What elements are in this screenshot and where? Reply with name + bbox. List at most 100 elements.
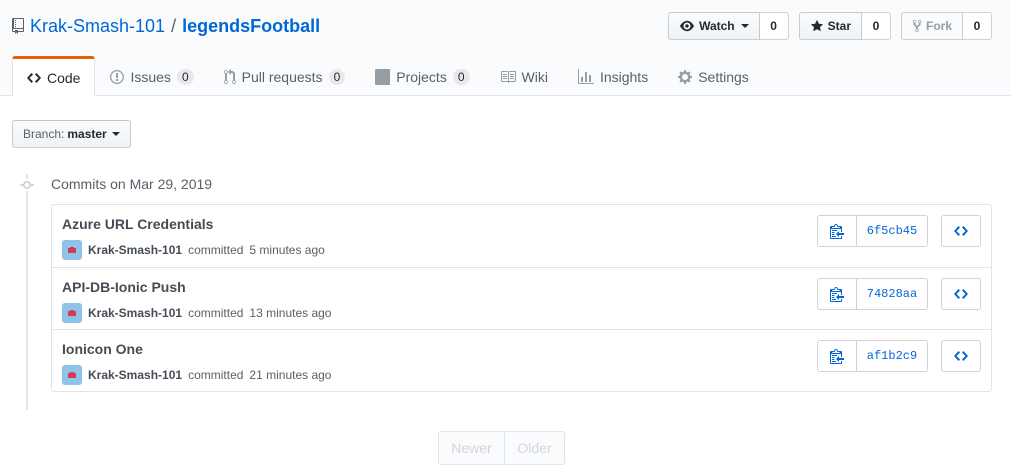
commit-message[interactable]: Azure URL Credentials <box>62 216 213 232</box>
avatar-glyph-icon <box>68 247 76 253</box>
commit-author[interactable]: Krak-Smash-101 <box>88 306 182 320</box>
code-icon <box>954 289 968 299</box>
commit-row: API-DB-Ionic Push Krak-Smash-101 committ… <box>52 267 991 329</box>
tab-issues-label: Issues <box>130 69 171 85</box>
repo-title: Krak-Smash-101 / legendsFootball <box>12 14 320 38</box>
branch-value: master <box>67 127 107 141</box>
commit-author[interactable]: Krak-Smash-101 <box>88 243 182 257</box>
branch-label: Branch: <box>23 127 65 141</box>
clipboard-icon <box>830 224 844 239</box>
graph-icon <box>577 69 594 84</box>
commit-timeline-line <box>26 174 28 410</box>
eye-icon <box>680 20 695 32</box>
commit-sha-link[interactable]: af1b2c9 <box>857 340 928 372</box>
avatar[interactable] <box>62 303 82 323</box>
code-icon <box>954 226 968 236</box>
tab-projects-label: Projects <box>396 69 447 85</box>
repo-actions: Watch 0 Star 0 Fork 0 <box>668 12 992 40</box>
commit-meta: Krak-Smash-101 committed 21 minutes ago <box>62 365 331 385</box>
commit-sha-link[interactable]: 6f5cb45 <box>857 215 928 247</box>
projects-counter: 0 <box>452 69 470 85</box>
star-group: Star 0 <box>798 12 891 40</box>
issue-icon <box>110 70 125 84</box>
tab-projects[interactable]: Projects 0 <box>360 56 484 96</box>
watch-count[interactable]: 0 <box>759 12 789 40</box>
tab-code-label: Code <box>47 69 81 86</box>
code-icon <box>954 351 968 361</box>
repo-path-separator: / <box>171 15 177 36</box>
copy-sha-button[interactable] <box>817 340 857 372</box>
chevron-down-icon <box>740 24 749 28</box>
commit-message[interactable]: API-DB-Ionic Push <box>62 279 186 295</box>
star-button[interactable]: Star <box>798 12 862 40</box>
commit-meta: Krak-Smash-101 committed 13 minutes ago <box>62 303 331 323</box>
commit-meta: Krak-Smash-101 committed 5 minutes ago <box>62 240 325 260</box>
commit-time: 13 minutes ago <box>249 306 332 320</box>
repo-icon <box>12 18 24 34</box>
commit-time: 5 minutes ago <box>249 243 325 257</box>
tab-settings-label: Settings <box>698 69 749 85</box>
code-icon <box>27 72 41 83</box>
tab-wiki-label: Wiki <box>521 69 548 85</box>
fork-group: Fork 0 <box>900 12 992 40</box>
repo-nav-tabs: Code Issues 0 Pull requests 0 Projects 0… <box>12 56 764 97</box>
tab-pull-requests-label: Pull requests <box>241 69 323 85</box>
gear-icon <box>678 70 693 84</box>
sha-group: 6f5cb45 <box>817 215 928 247</box>
fork-label: Fork <box>925 19 952 33</box>
browse-files-button[interactable] <box>941 340 981 372</box>
book-icon <box>500 71 516 83</box>
watch-label: Watch <box>699 19 735 33</box>
fork-button[interactable]: Fork <box>900 12 963 40</box>
tab-issues[interactable]: Issues 0 <box>95 56 208 96</box>
avatar[interactable] <box>62 240 82 260</box>
commit-time: 21 minutes ago <box>249 368 332 382</box>
sha-group: 74828aa <box>817 278 928 310</box>
star-label: Star <box>827 19 851 33</box>
watch-group: Watch 0 <box>668 12 789 40</box>
pull-requests-counter: 0 <box>328 69 346 85</box>
browse-files-button[interactable] <box>941 278 981 310</box>
branch-select-button[interactable]: Branch: master <box>12 120 131 148</box>
issues-counter: 0 <box>176 69 194 85</box>
tab-insights[interactable]: Insights <box>563 56 663 96</box>
chevron-down-icon <box>111 132 120 136</box>
commit-sha-link[interactable]: 74828aa <box>857 278 928 310</box>
commit-icon <box>20 179 34 191</box>
sha-group: af1b2c9 <box>817 340 928 372</box>
star-count[interactable]: 0 <box>861 12 891 40</box>
tab-insights-label: Insights <box>599 69 649 85</box>
copy-sha-button[interactable] <box>817 278 857 310</box>
watch-button[interactable]: Watch <box>668 12 760 40</box>
older-button[interactable]: Older <box>505 431 565 465</box>
repo-owner-link[interactable]: Krak-Smash-101 <box>30 16 165 37</box>
pagination: Newer Older <box>438 431 565 465</box>
tab-settings[interactable]: Settings <box>663 56 764 96</box>
browse-files-button[interactable] <box>941 215 981 247</box>
avatar[interactable] <box>62 365 82 385</box>
commit-action: committed <box>188 243 244 257</box>
avatar-glyph-icon <box>68 310 76 316</box>
commit-message[interactable]: Ionicon One <box>62 341 143 357</box>
commit-action: committed <box>188 306 244 320</box>
repo-header: Krak-Smash-101 / legendsFootball Watch 0… <box>0 0 1011 97</box>
avatar-glyph-icon <box>68 372 76 378</box>
newer-button[interactable]: Newer <box>438 431 505 465</box>
tab-code[interactable]: Code <box>12 56 96 97</box>
pull-request-icon <box>223 69 236 85</box>
commit-action: committed <box>188 368 244 382</box>
tab-wiki[interactable]: Wiki <box>485 56 563 96</box>
copy-sha-button[interactable] <box>817 215 857 247</box>
commit-list: Azure URL Credentials Krak-Smash-101 com… <box>51 204 992 392</box>
commit-author[interactable]: Krak-Smash-101 <box>88 368 182 382</box>
clipboard-icon <box>830 287 844 302</box>
tab-pull-requests[interactable]: Pull requests 0 <box>209 56 361 96</box>
repo-name-link[interactable]: legendsFootball <box>182 16 320 37</box>
star-icon <box>810 19 823 32</box>
commit-group-title: Commits on Mar 29, 2019 <box>51 176 213 192</box>
project-icon <box>375 69 391 85</box>
clipboard-icon <box>830 349 844 364</box>
commit-row: Azure URL Credentials Krak-Smash-101 com… <box>52 205 991 267</box>
fork-count[interactable]: 0 <box>963 12 992 40</box>
commit-row: Ionicon One Krak-Smash-101 committed 21 … <box>52 329 991 391</box>
